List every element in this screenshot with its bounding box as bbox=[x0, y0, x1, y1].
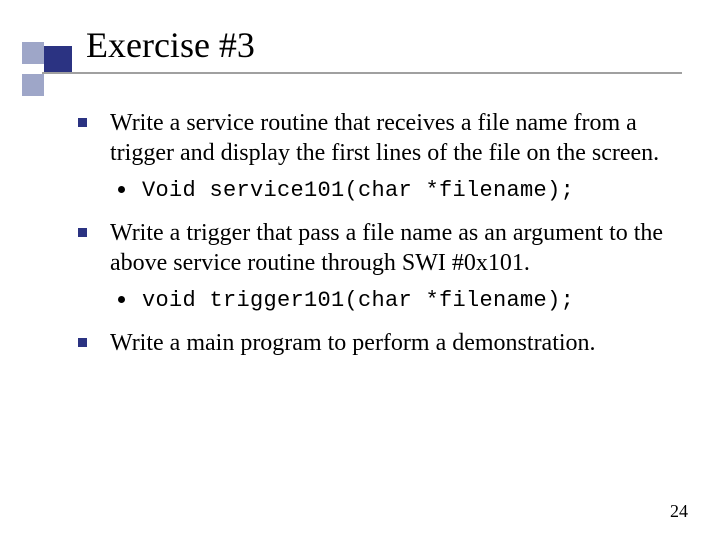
square-bullet-icon bbox=[78, 118, 87, 127]
square-bullet-icon bbox=[78, 338, 87, 347]
code-line: Void service101(char *filename); bbox=[142, 178, 670, 204]
dot-bullet-icon bbox=[118, 186, 125, 193]
body-content: Write a service routine that receives a … bbox=[70, 108, 670, 368]
decor-block-small-1 bbox=[22, 42, 44, 64]
slide: Exercise #3 Write a service routine that… bbox=[0, 0, 720, 540]
bullet-text: Write a service routine that receives a … bbox=[110, 108, 670, 168]
sub-bullet-item-2: void trigger101(char *filename); bbox=[70, 288, 670, 314]
bullet-text: Write a main program to perform a demons… bbox=[110, 328, 670, 358]
title-underline bbox=[42, 72, 682, 74]
bullet-item-1: Write a service routine that receives a … bbox=[70, 108, 670, 168]
title-row: Exercise #3 bbox=[0, 24, 720, 78]
decor-block-small-2 bbox=[22, 74, 44, 96]
square-bullet-icon bbox=[78, 228, 87, 237]
bullet-item-2: Write a trigger that pass a file name as… bbox=[70, 218, 670, 278]
slide-title: Exercise #3 bbox=[86, 24, 255, 66]
dot-bullet-icon bbox=[118, 296, 125, 303]
decor-block-large bbox=[44, 46, 72, 74]
page-number: 24 bbox=[670, 501, 688, 522]
sub-bullet-item-1: Void service101(char *filename); bbox=[70, 178, 670, 204]
bullet-item-3: Write a main program to perform a demons… bbox=[70, 328, 670, 358]
code-line: void trigger101(char *filename); bbox=[142, 288, 670, 314]
bullet-text: Write a trigger that pass a file name as… bbox=[110, 218, 670, 278]
